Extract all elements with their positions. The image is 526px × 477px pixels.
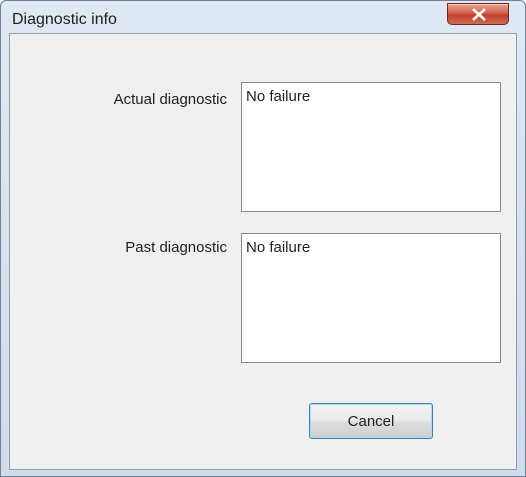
past-diagnostic-label: Past diagnostic [125,239,227,256]
title-bar[interactable]: Diagnostic info [1,1,525,33]
actual-diagnostic-label: Actual diagnostic [113,91,227,108]
dialog-window: Diagnostic info Actual diagnostic No fai… [0,0,526,477]
window-title: Diagnostic info [12,11,117,28]
cancel-button[interactable]: Cancel [309,403,433,439]
dialog-client-area: Actual diagnostic No failure Past diagno… [9,33,517,470]
past-diagnostic-field[interactable]: No failure [241,233,501,363]
close-icon [472,8,486,21]
close-button[interactable] [447,3,509,25]
actual-diagnostic-field[interactable]: No failure [241,82,501,212]
